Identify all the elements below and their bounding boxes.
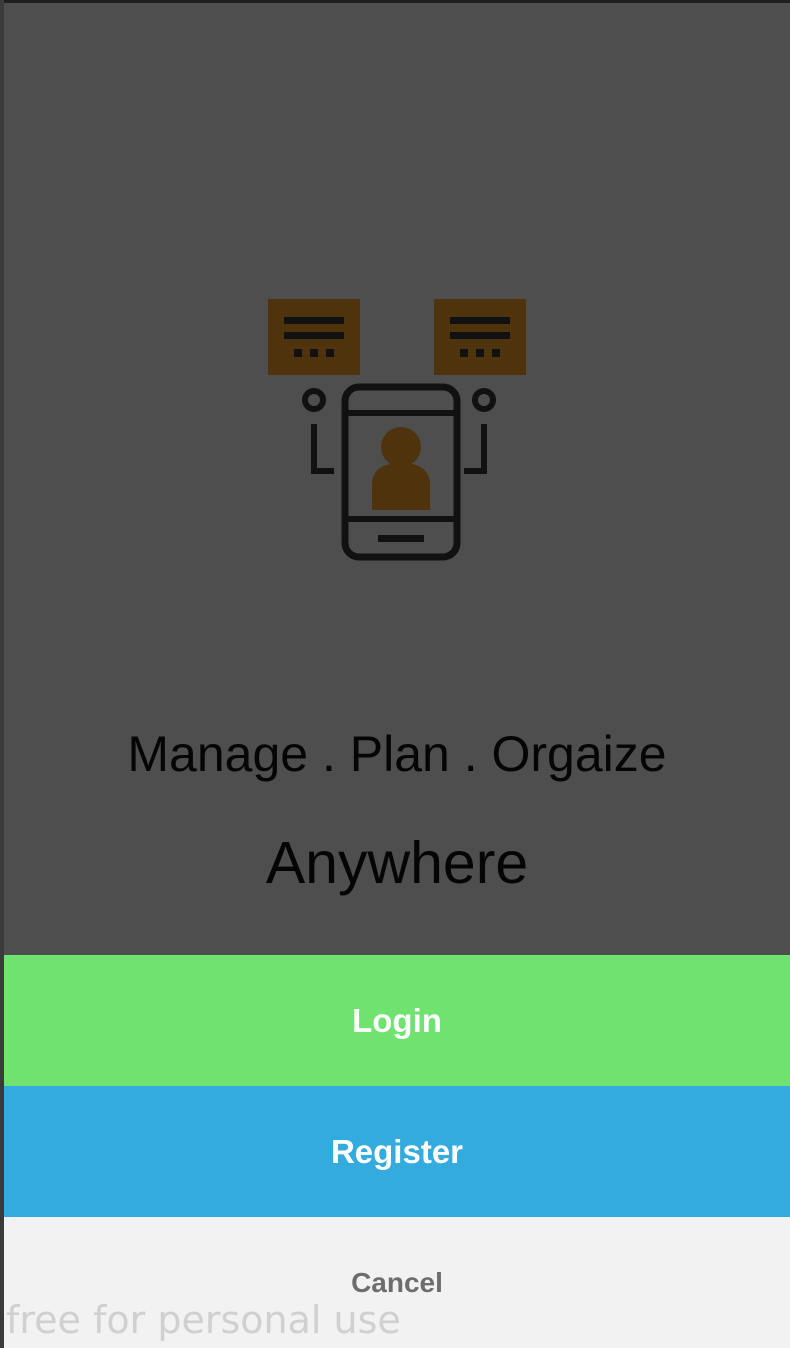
- cancel-button[interactable]: Cancel: [4, 1217, 790, 1348]
- tagline-primary: Manage . Plan . Orgaize: [127, 726, 667, 782]
- person-icon: [381, 427, 421, 467]
- welcome-screen: Manage . Plan . Orgaize Anywhere Login R…: [4, 3, 790, 1348]
- phone-contact-icon: [268, 299, 526, 561]
- login-button[interactable]: Login: [4, 955, 790, 1086]
- register-button[interactable]: Register: [4, 1086, 790, 1217]
- tagline-secondary: Anywhere: [265, 830, 529, 896]
